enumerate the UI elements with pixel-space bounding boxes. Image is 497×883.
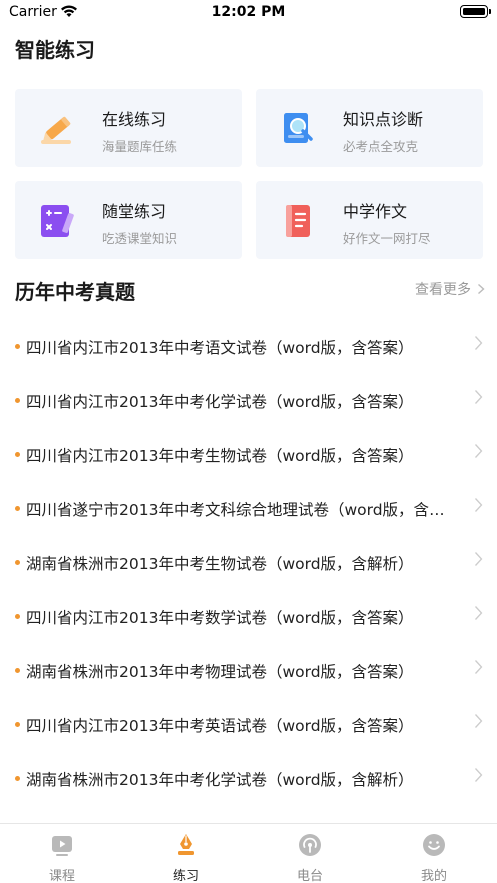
exam-list-item[interactable]: 四川省遂宁市2013年中考文科综合地理试卷（word版，含答案） — [0, 481, 497, 535]
chevron-right-icon — [475, 390, 483, 404]
bullet-dot — [15, 452, 20, 457]
bullet-dot — [15, 722, 20, 727]
bullet-dot — [15, 398, 20, 403]
bullet-dot — [15, 614, 20, 619]
tab-label: 电台 — [296, 869, 323, 883]
battery-icon — [460, 5, 491, 18]
chevron-right-icon — [478, 283, 485, 295]
chevron-right-icon — [475, 498, 483, 512]
tab-radio[interactable]: 电台 — [248, 824, 372, 883]
card-subtitle: 吃透课堂知识 — [102, 231, 178, 246]
chevron-right-icon — [475, 768, 483, 782]
card-subtitle: 海量题库任练 — [102, 139, 178, 154]
smart-practice-title: 智能练习 — [15, 38, 95, 62]
exam-list-item[interactable]: 湖南省株洲市2013年中考物理试卷（word版，含答案） — [0, 643, 497, 697]
exam-title: 四川省内江市2013年中考语文试卷（word版，含答案） — [26, 339, 414, 357]
tab-label: 课程 — [48, 869, 75, 883]
tab-courses[interactable]: 课程 — [0, 824, 124, 883]
exam-title: 四川省内江市2013年中考生物试卷（word版，含答案） — [26, 447, 414, 465]
card-title: 随堂练习 — [102, 202, 167, 221]
past-exams-title: 历年中考真题 — [15, 280, 135, 304]
notebook-icon — [286, 205, 310, 237]
chevron-right-icon — [475, 444, 483, 458]
exam-list-item[interactable]: 四川省内江市2013年中考英语试卷（word版，含答案） — [0, 697, 497, 751]
card-title: 在线练习 — [102, 110, 167, 129]
radio-icon — [299, 834, 321, 856]
exam-title: 四川省内江市2013年中考数学试卷（word版，含答案） — [26, 609, 414, 627]
chevron-right-icon — [475, 552, 483, 566]
tab-label: 我的 — [420, 869, 447, 883]
play-icon — [52, 836, 72, 856]
exam-title: 湖南省株洲市2013年中考生物试卷（word版，含解析） — [26, 555, 414, 573]
bullet-dot — [15, 668, 20, 673]
card-online-practice[interactable]: 在线练习 海量题库任练 — [15, 89, 242, 167]
exam-list-item[interactable]: 四川省内江市2013年中考语文试卷（word版，含答案） — [0, 319, 497, 373]
status-time: 12:02 PM — [211, 4, 286, 20]
bullet-dot — [15, 776, 20, 781]
tab-label: 练习 — [172, 869, 199, 883]
card-middle-school-essay[interactable]: 中学作文 好作文一网打尽 — [256, 181, 483, 259]
tab-practice[interactable]: 练习 — [124, 824, 248, 883]
card-title: 知识点诊断 — [343, 110, 424, 129]
card-title: 中学作文 — [343, 202, 408, 221]
smiley-icon — [423, 834, 445, 856]
exam-title: 四川省内江市2013年中考英语试卷（word版，含答案） — [26, 717, 414, 735]
bullet-dot — [15, 560, 20, 565]
exam-list-item[interactable]: 四川省内江市2013年中考化学试卷（word版，含答案） — [0, 373, 497, 427]
exam-title: 四川省遂宁市2013年中考文科综合地理试卷（word版，含答案） — [26, 501, 457, 519]
tab-bar: 课程 练习 电台 我的 — [0, 823, 497, 883]
card-subtitle: 必考点全攻克 — [343, 139, 419, 154]
chevron-right-icon — [475, 714, 483, 728]
see-more-label: 查看更多 — [415, 282, 471, 298]
bullet-dot — [15, 344, 20, 349]
chevron-right-icon — [475, 606, 483, 620]
exam-list-item[interactable]: 湖南省株洲市2013年中考生物试卷（word版，含解析） — [0, 535, 497, 589]
chevron-right-icon — [475, 336, 483, 350]
quiz-sheet-icon — [41, 205, 74, 237]
exam-title: 四川省内江市2013年中考化学试卷（word版，含答案） — [26, 393, 414, 411]
exam-list-item[interactable]: 四川省内江市2013年中考数学试卷（word版，含答案） — [0, 589, 497, 643]
see-more-link[interactable]: 查看更多 — [415, 279, 485, 299]
exam-title: 湖南省株洲市2013年中考物理试卷（word版，含答案） — [26, 663, 414, 681]
card-knowledge-diagnosis[interactable]: 知识点诊断 必考点全攻克 — [256, 89, 483, 167]
status-bar: Carrier 12:02 PM — [0, 0, 497, 26]
magnifier-document-icon — [284, 113, 313, 143]
exam-list-item[interactable]: 四川省内江市2013年中考生物试卷（word版，含答案） — [0, 427, 497, 481]
bullet-dot — [15, 506, 20, 511]
pencil-icon — [41, 116, 71, 144]
exam-title: 湖南省株洲市2013年中考化学试卷（word版，含解析） — [26, 771, 414, 789]
pen-nib-icon — [178, 834, 194, 855]
past-exams-list: 四川省内江市2013年中考语文试卷（word版，含答案） 四川省内江市2013年… — [0, 319, 497, 805]
tab-mine[interactable]: 我的 — [372, 824, 496, 883]
exam-list-item[interactable]: 湖南省株洲市2013年中考化学试卷（word版，含解析） — [0, 751, 497, 805]
card-classroom-practice[interactable]: 随堂练习 吃透课堂知识 — [15, 181, 242, 259]
card-subtitle: 好作文一网打尽 — [343, 231, 431, 246]
chevron-right-icon — [475, 660, 483, 674]
